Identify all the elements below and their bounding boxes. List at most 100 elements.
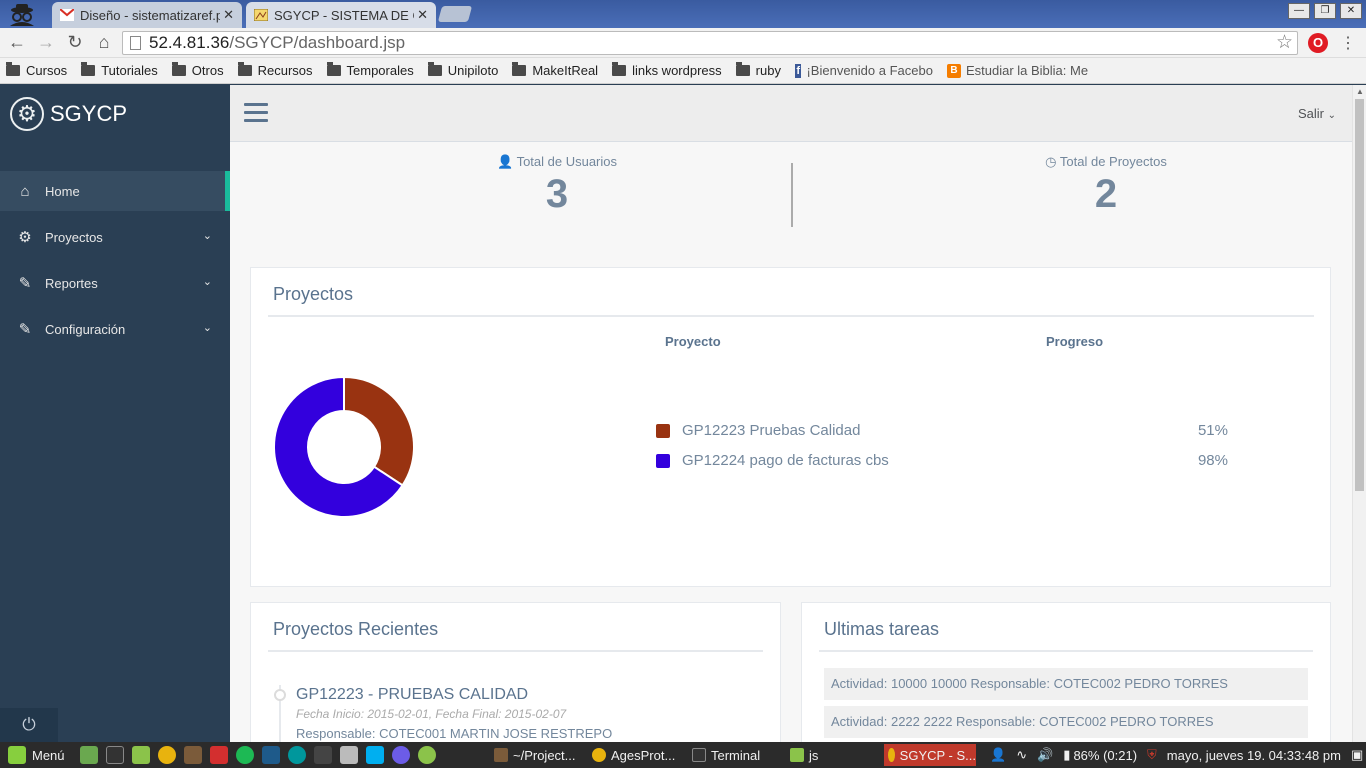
close-window-button[interactable]: ✕	[1340, 3, 1362, 19]
bookmark-label: links wordpress	[632, 63, 722, 78]
recent-project-title[interactable]: GP12223 - PRUEBAS CALIDAD	[296, 686, 528, 704]
bookmark-folder[interactable]: ruby	[735, 62, 781, 78]
sidebar-item-home[interactable]: ⌂ Home	[0, 171, 230, 211]
user-icon[interactable]: 👤	[990, 747, 1006, 763]
gears-icon: ⚙	[18, 229, 32, 246]
system-tray: 👤 ∿ 🔊 ▮ 86% (0:21) ⛨ mayo, jueves 19. 04…	[990, 742, 1363, 768]
spotify-icon[interactable]	[236, 746, 254, 764]
archive-icon[interactable]	[184, 746, 202, 764]
page-scrollbar[interactable]: ▲	[1352, 85, 1366, 742]
top-nav: Salir ⌄	[230, 85, 1352, 142]
taskbar-task[interactable]: Terminal	[688, 744, 783, 766]
chevron-down-icon: ⌄	[202, 276, 212, 288]
terminal-icon[interactable]	[106, 746, 124, 764]
scrollbar-thumb[interactable]	[1355, 99, 1364, 491]
wifi-icon[interactable]: ∿	[1016, 747, 1027, 763]
bookmark-folder[interactable]: Tutoriales	[81, 62, 158, 78]
folder-icon	[326, 62, 341, 76]
start-menu-label: Menú	[32, 747, 65, 763]
folder-icon	[81, 62, 96, 76]
logout-dropdown[interactable]: Salir ⌄	[1298, 106, 1336, 121]
bookmark-folder[interactable]: Temporales	[326, 62, 414, 78]
battery-icon[interactable]: ▮	[1063, 747, 1070, 763]
timeline-dot	[274, 689, 286, 701]
volume-icon[interactable]: 🔊	[1037, 747, 1053, 763]
bookmark-folder[interactable]: Recursos	[237, 62, 313, 78]
reload-icon[interactable]: ↻	[64, 32, 86, 53]
folder-icon	[427, 62, 442, 76]
latest-tasks-panel: Ultimas tareas Actividad: 10000 10000 Re…	[801, 602, 1331, 742]
page-icon	[130, 36, 141, 50]
start-menu-button[interactable]: Menú	[8, 742, 65, 768]
legend-swatch	[656, 424, 670, 438]
address-bar[interactable]: 52.4.81.36/SGYCP/dashboard.jsp ☆	[122, 31, 1298, 55]
panel-divider	[268, 315, 1314, 317]
bookmark-label: Tutoriales	[101, 63, 158, 78]
bookmark-folder[interactable]: MakeItReal	[512, 62, 598, 78]
bookmark-folder[interactable]: links wordpress	[612, 62, 722, 78]
bookmark-folder[interactable]: Unipiloto	[427, 62, 498, 78]
menu-toggle-icon[interactable]	[244, 103, 268, 123]
vscode-icon[interactable]	[262, 746, 280, 764]
panel-title: Proyectos Recientes	[273, 619, 439, 639]
desktop-icon[interactable]	[80, 746, 98, 764]
chevron-down-icon: ⌄	[202, 230, 212, 242]
taskbar-task[interactable]: ~/Project...	[490, 744, 585, 766]
tab-sgycp[interactable]: SGYCP - SISTEMA DE GE ✕	[246, 2, 436, 28]
url-path: /SGYCP/dashboard.jsp	[229, 33, 406, 52]
chrome-icon[interactable]	[158, 746, 176, 764]
sidebar-item-configuracion[interactable]: ✎ Configuración ⌄	[0, 309, 230, 349]
clock-icon: ◷	[1045, 154, 1057, 169]
chrome-icon	[592, 748, 606, 762]
forward-icon[interactable]: →	[35, 32, 57, 53]
browser-menu-icon[interactable]: ⋮	[1340, 33, 1356, 53]
stat-value: 2	[1094, 172, 1118, 216]
bookmark-facebook[interactable]: f ¡Bienvenido a Facebo	[794, 63, 933, 78]
show-desktop-icon[interactable]: ▣	[1351, 747, 1363, 763]
terminal-icon	[692, 748, 706, 762]
new-tab-button[interactable]	[437, 6, 473, 22]
gmail-icon	[60, 9, 74, 21]
tab-close-icon[interactable]: ✕	[417, 7, 428, 23]
restore-button[interactable]: ❐	[1314, 3, 1336, 19]
filezilla-icon[interactable]	[210, 746, 228, 764]
brand[interactable]: ⚙ SGYCP	[10, 97, 127, 131]
sidebar-item-proyectos[interactable]: ⚙ Proyectos ⌄	[0, 217, 230, 257]
sidebar: ⚙ SGYCP ⌂ Home ⚙ Proyectos ⌄ ✎ Reportes …	[0, 85, 230, 742]
side-menu: ⌂ Home ⚙ Proyectos ⌄ ✎ Reportes ⌄ ✎ Conf…	[0, 171, 230, 355]
tab-close-icon[interactable]: ✕	[223, 7, 234, 23]
scroll-up-icon[interactable]: ▲	[1356, 87, 1364, 96]
sidebar-item-reportes[interactable]: ✎ Reportes ⌄	[0, 263, 230, 303]
facebook-icon: f	[794, 63, 802, 78]
files-icon[interactable]	[132, 746, 150, 764]
tools-icon[interactable]	[340, 746, 358, 764]
stat-value: 3	[545, 172, 569, 216]
bookmark-label: Otros	[191, 63, 224, 78]
power-button[interactable]: ⏻	[0, 708, 58, 742]
inkscape-icon[interactable]	[314, 746, 332, 764]
legend-swatch	[656, 454, 670, 468]
bookmark-folder[interactable]: Otros	[171, 62, 224, 78]
tab-gmail[interactable]: Diseño - sistematizaref.p ✕	[52, 2, 242, 28]
opera-icon[interactable]: O	[1308, 33, 1328, 53]
gear-icon: ⚙	[10, 97, 44, 131]
skype-icon[interactable]	[366, 746, 384, 764]
bookmark-star-icon[interactable]: ☆	[1276, 32, 1293, 54]
taskbar-task-active[interactable]: SGYCP - S...	[884, 744, 976, 766]
vm-icon[interactable]	[392, 746, 410, 764]
tab-label: SGYCP - SISTEMA DE GE	[274, 7, 414, 23]
back-icon[interactable]: ←	[6, 32, 28, 53]
arduino-icon[interactable]	[288, 746, 306, 764]
taskbar-task[interactable]: js	[786, 744, 881, 766]
shield-icon[interactable]: ⛨	[1147, 747, 1157, 763]
panel-divider	[268, 650, 763, 652]
android-studio-icon[interactable]	[418, 746, 436, 764]
taskbar-task[interactable]: AgesProt...	[588, 744, 683, 766]
main-content: Salir ⌄ 👤 Total de Usuarios 3 ◷ Total de…	[230, 85, 1352, 742]
home-icon[interactable]: ⌂	[93, 32, 115, 53]
sidebar-item-label: Configuración	[45, 321, 126, 337]
minimize-button[interactable]: —	[1288, 3, 1310, 19]
bookmark-blogger[interactable]: B Estudiar la Biblia: Me	[946, 63, 1097, 78]
bookmark-folder[interactable]: Cursos	[6, 62, 67, 78]
clock[interactable]: mayo, jueves 19. 04:33:48 pm	[1167, 748, 1341, 763]
